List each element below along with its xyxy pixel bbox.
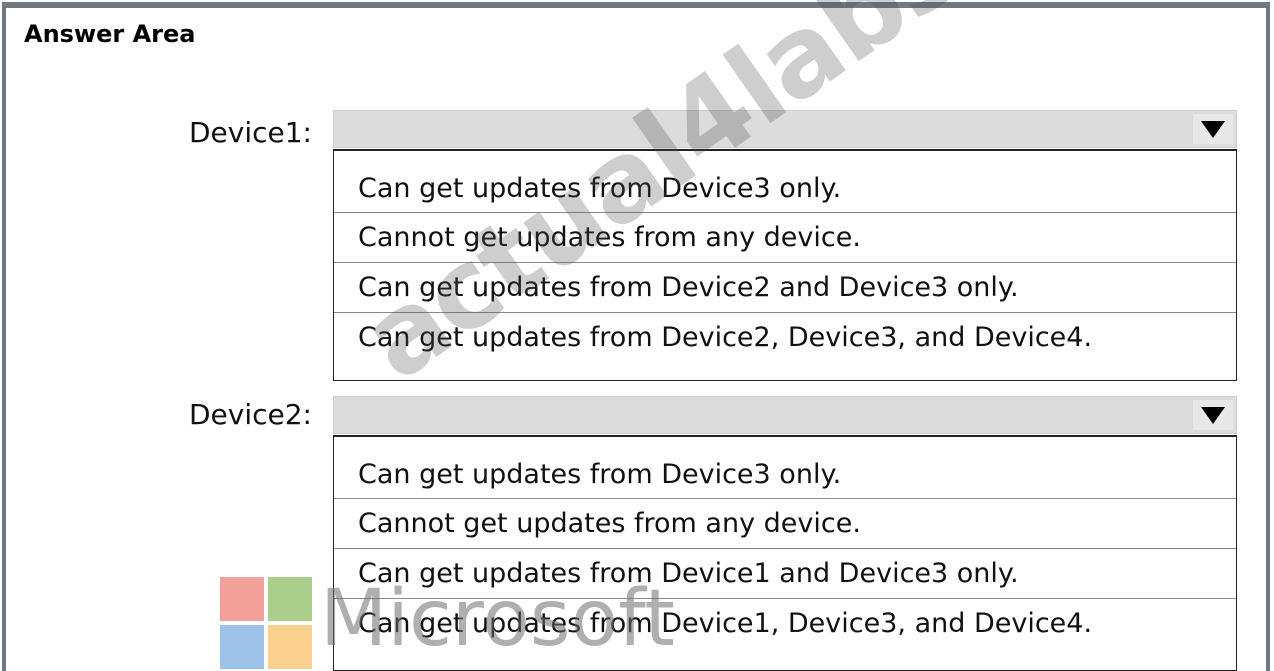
device2-option-3[interactable]: Can get updates from Device1 and Device3… bbox=[334, 549, 1236, 599]
device2-option-2[interactable]: Cannot get updates from any device. bbox=[334, 499, 1236, 549]
device2-option-1[interactable]: Can get updates from Device3 only. bbox=[334, 437, 1236, 499]
device1-option-2[interactable]: Cannot get updates from any device. bbox=[334, 213, 1236, 263]
device1-option-1[interactable]: Can get updates from Device3 only. bbox=[334, 151, 1236, 213]
chevron-down-icon[interactable] bbox=[1193, 400, 1233, 430]
device1-label: Device1: bbox=[188, 116, 312, 149]
device1-option-3[interactable]: Can get updates from Device2 and Device3… bbox=[334, 263, 1236, 313]
device2-options: Can get updates from Device3 only. Canno… bbox=[333, 435, 1237, 671]
device1-dropdown[interactable] bbox=[333, 110, 1237, 148]
microsoft-logo-icon bbox=[220, 577, 312, 671]
logo-square-yellow bbox=[268, 625, 312, 669]
logo-square-green bbox=[268, 577, 312, 621]
device2-dropdown[interactable] bbox=[333, 396, 1237, 434]
device1-option-4[interactable]: Can get updates from Device2, Device3, a… bbox=[334, 313, 1236, 379]
device2-label: Device2: bbox=[188, 398, 312, 431]
logo-square-red bbox=[220, 577, 264, 621]
chevron-down-icon[interactable] bbox=[1193, 114, 1233, 144]
answer-area-title: Answer Area bbox=[24, 20, 196, 48]
device1-options: Can get updates from Device3 only. Canno… bbox=[333, 149, 1237, 381]
logo-square-blue bbox=[220, 625, 264, 669]
device2-option-4[interactable]: Can get updates from Device1, Device3, a… bbox=[334, 599, 1236, 661]
